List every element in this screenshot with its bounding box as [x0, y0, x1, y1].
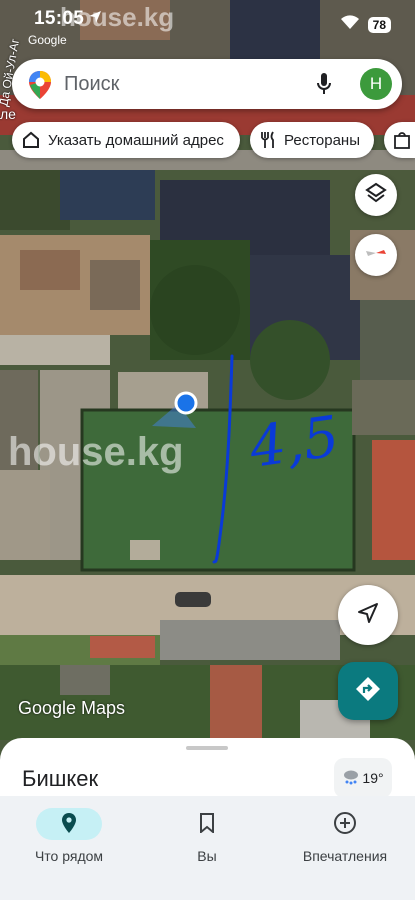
chip-label: Рестораны — [284, 131, 360, 149]
wifi-icon — [340, 14, 360, 35]
watermark-center: house.kg — [8, 430, 184, 474]
chip-restaurants[interactable]: Рестораны — [250, 122, 374, 158]
status-bar: 15:05 Google 78 — [0, 0, 415, 50]
nav-label: Что рядом — [34, 848, 104, 864]
nav-contribute[interactable]: Впечатления — [280, 808, 410, 864]
weather-temperature: 19° — [362, 770, 384, 786]
weather-chip[interactable]: 19° — [334, 758, 392, 798]
search-bar[interactable]: Поиск Н — [12, 59, 402, 109]
back-to-app-link[interactable]: Google — [28, 33, 67, 47]
compass-icon — [364, 241, 388, 270]
google-maps-logo: Google Maps — [18, 698, 126, 718]
add-circle-icon — [333, 811, 357, 838]
street-label-left: ле — [0, 106, 16, 122]
compass-button[interactable] — [355, 234, 397, 276]
chip-label: Указать домашний адрес — [48, 131, 224, 149]
sheet-city-title: Бишкек — [22, 766, 99, 791]
location-arrow-icon — [88, 10, 102, 29]
snow-cloud-icon — [342, 769, 360, 788]
nav-explore[interactable]: Что рядом — [4, 808, 134, 864]
search-input[interactable]: Поиск — [64, 73, 119, 96]
explore-pin-icon — [61, 812, 77, 837]
battery-indicator: 78 — [367, 16, 391, 33]
shopping-bag-icon — [394, 131, 410, 149]
location-marker — [174, 391, 198, 415]
my-location-button[interactable] — [338, 585, 398, 645]
status-time: 15:05 — [34, 8, 85, 29]
bookmark-icon — [199, 812, 215, 836]
nav-active-pill — [36, 808, 102, 840]
category-chips: Указать домашний адрес Рестораны — [12, 122, 415, 158]
my-location-icon — [357, 602, 379, 629]
sheet-drag-handle[interactable] — [186, 746, 228, 750]
directions-button[interactable] — [338, 662, 398, 720]
restaurant-icon — [260, 131, 276, 149]
maps-pin-logo-icon — [28, 70, 52, 105]
chip-shopping[interactable] — [384, 122, 415, 158]
layers-button[interactable] — [355, 174, 397, 216]
directions-icon — [355, 676, 381, 707]
account-avatar[interactable]: Н — [360, 68, 392, 100]
nav-label: Впечатления — [302, 848, 388, 864]
handwritten-note: 4,5 — [245, 404, 344, 481]
layers-icon — [365, 182, 387, 209]
microphone-icon[interactable] — [316, 72, 332, 101]
chip-home-address[interactable]: Указать домашний адрес — [12, 122, 240, 158]
home-icon — [22, 131, 40, 149]
nav-you[interactable]: Вы — [142, 808, 272, 864]
nav-label: Вы — [197, 848, 217, 864]
bottom-navigation: Что рядом Вы Впечатления — [0, 796, 415, 900]
